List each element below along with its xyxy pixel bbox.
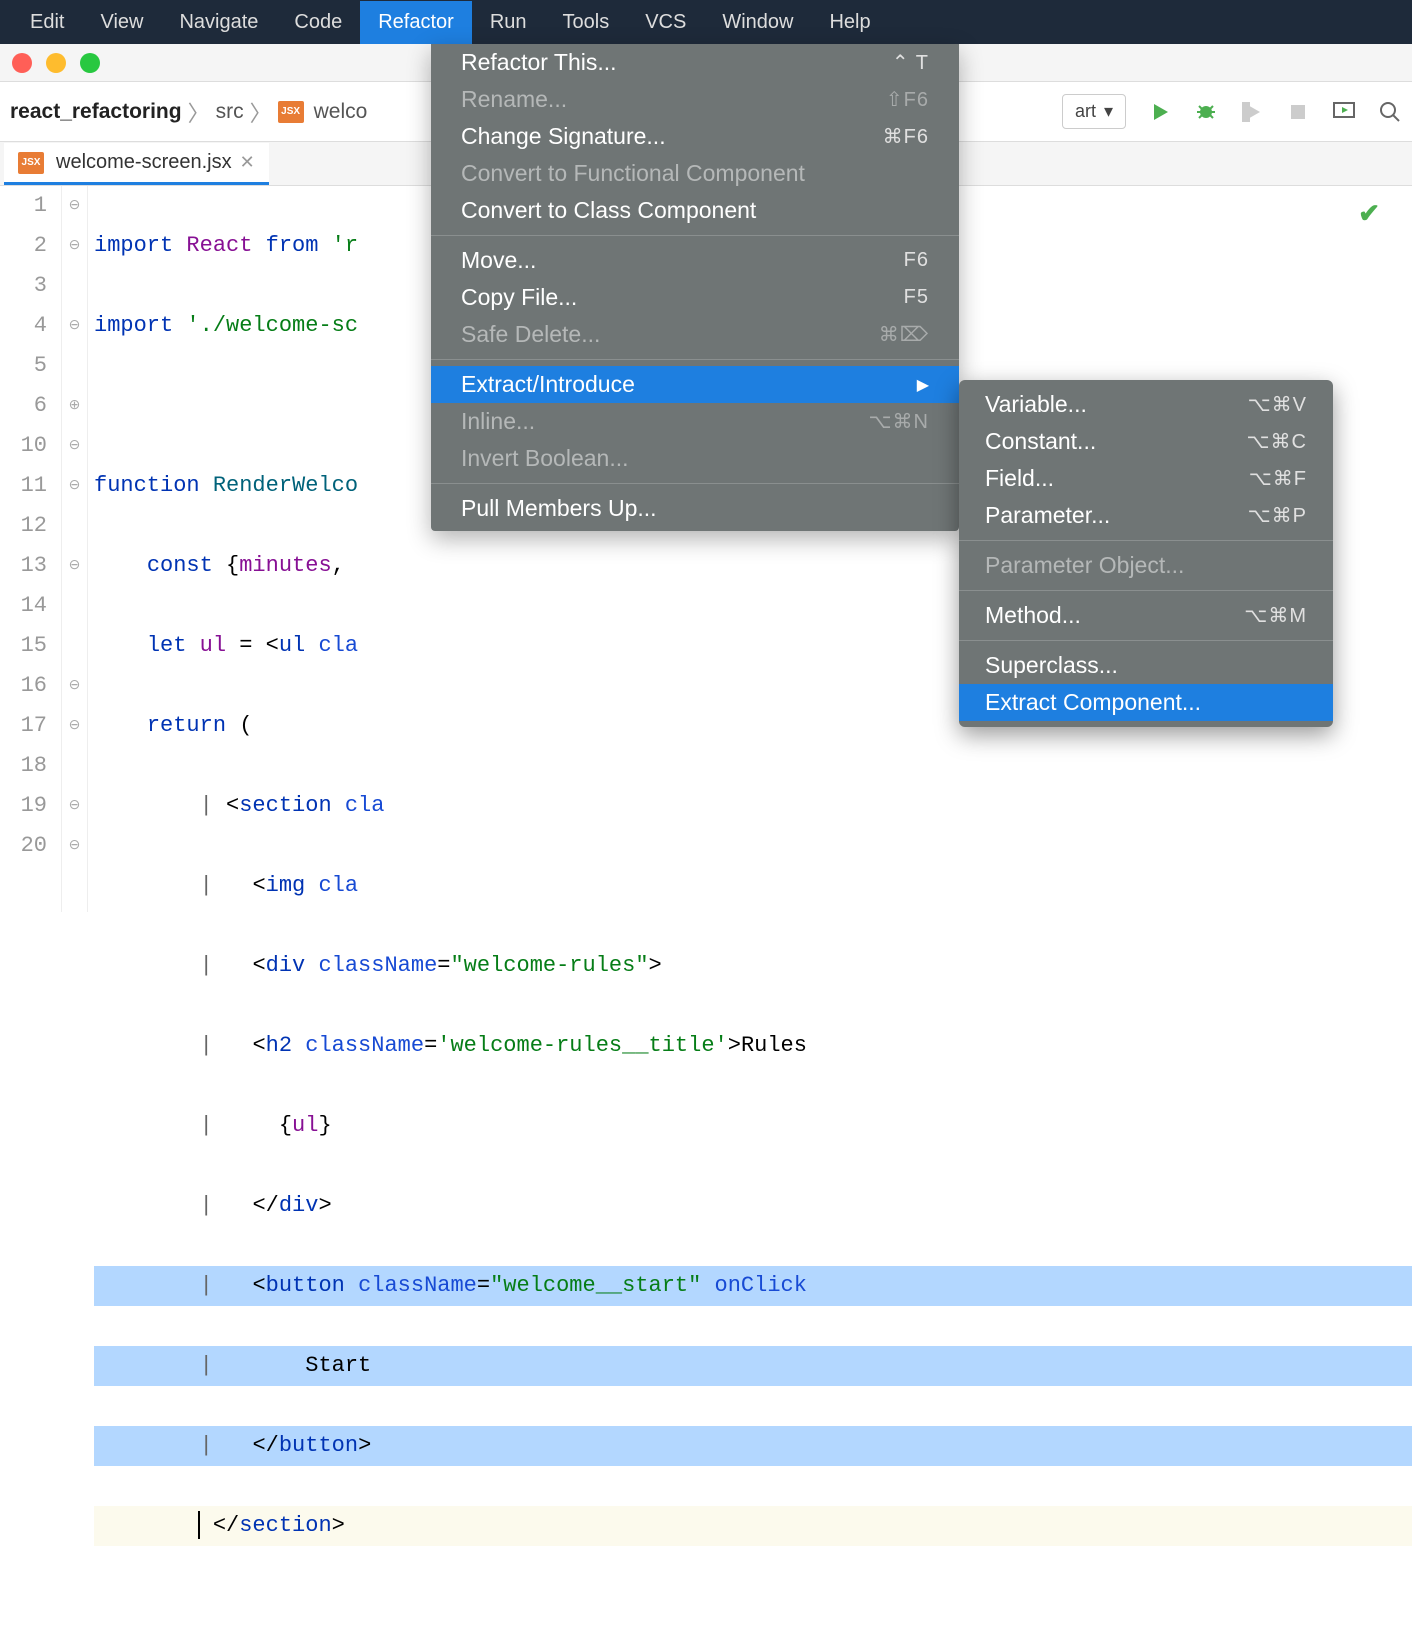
menu-run[interactable]: Run bbox=[472, 1, 545, 44]
menu-code[interactable]: Code bbox=[276, 1, 360, 44]
menu-refactor-this[interactable]: Refactor This...⌃ T bbox=[431, 44, 959, 81]
menu-separator bbox=[959, 540, 1333, 541]
line-number: 1 bbox=[0, 186, 47, 226]
menu-separator bbox=[959, 640, 1333, 641]
chevron-right-icon: 〉 bbox=[250, 96, 272, 128]
line-number: 20 bbox=[0, 826, 47, 866]
submenu-field[interactable]: Field...⌥⌘F bbox=[959, 460, 1333, 497]
menu-copy-file[interactable]: Copy File...F5 bbox=[431, 279, 959, 316]
line-number: 13 bbox=[0, 546, 47, 586]
line-number: 11 bbox=[0, 466, 47, 506]
fold-icon[interactable]: ⊖ bbox=[62, 306, 87, 346]
menu-convert-class[interactable]: Convert to Class Component bbox=[431, 192, 959, 229]
menu-vcs[interactable]: VCS bbox=[627, 1, 704, 44]
fold-icon[interactable]: ⊖ bbox=[62, 826, 87, 866]
submenu-constant[interactable]: Constant...⌥⌘C bbox=[959, 423, 1333, 460]
run-config-label: art bbox=[1075, 101, 1096, 122]
line-number: 2 bbox=[0, 226, 47, 266]
menu-change-signature[interactable]: Change Signature...⌘F6 bbox=[431, 118, 959, 155]
menu-convert-functional[interactable]: Convert to Functional Component bbox=[431, 155, 959, 192]
menu-separator bbox=[959, 590, 1333, 591]
search-button[interactable] bbox=[1378, 100, 1402, 124]
debug-button[interactable] bbox=[1194, 100, 1218, 124]
menu-extract-introduce[interactable]: Extract/Introduce▶ bbox=[431, 366, 959, 403]
submenu-extract-component[interactable]: Extract Component... bbox=[959, 684, 1333, 721]
minimize-window-icon[interactable] bbox=[46, 53, 66, 73]
submenu-parameter-object[interactable]: Parameter Object... bbox=[959, 547, 1333, 584]
submenu-variable[interactable]: Variable...⌥⌘V bbox=[959, 386, 1333, 423]
jsx-file-icon: JSX bbox=[18, 152, 44, 174]
fold-icon[interactable]: ⊖ bbox=[62, 186, 87, 226]
menu-move[interactable]: Move...F6 bbox=[431, 242, 959, 279]
breadcrumb-folder[interactable]: src bbox=[216, 100, 244, 124]
inspection-ok-icon[interactable]: ✔ bbox=[1358, 198, 1380, 229]
file-tab-active[interactable]: JSX welcome-screen.jsx ✕ bbox=[4, 143, 269, 185]
run-button[interactable] bbox=[1148, 100, 1172, 124]
profiler-button[interactable] bbox=[1332, 100, 1356, 124]
menu-navigate[interactable]: Navigate bbox=[161, 1, 276, 44]
submenu-arrow-icon: ▶ bbox=[917, 375, 929, 395]
line-number: 6 bbox=[0, 386, 47, 426]
fold-icon[interactable]: ⊖ bbox=[62, 546, 87, 586]
close-window-icon[interactable] bbox=[12, 53, 32, 73]
chevron-right-icon: 〉 bbox=[188, 96, 210, 128]
menu-inline[interactable]: Inline...⌥⌘N bbox=[431, 403, 959, 440]
submenu-superclass[interactable]: Superclass... bbox=[959, 647, 1333, 684]
line-number: 14 bbox=[0, 586, 47, 626]
menubar: Edit View Navigate Code Refactor Run Too… bbox=[0, 0, 1412, 44]
chevron-down-icon: ▾ bbox=[1104, 101, 1113, 122]
line-number: 10 bbox=[0, 426, 47, 466]
submenu-method[interactable]: Method...⌥⌘M bbox=[959, 597, 1333, 634]
line-number: 5 bbox=[0, 346, 47, 386]
maximize-window-icon[interactable] bbox=[80, 53, 100, 73]
menu-tools[interactable]: Tools bbox=[545, 1, 628, 44]
fold-icon[interactable]: ⊖ bbox=[62, 226, 87, 266]
fold-icon[interactable]: ⊖ bbox=[62, 426, 87, 466]
line-number: 18 bbox=[0, 746, 47, 786]
line-number: 3 bbox=[0, 266, 47, 306]
line-number: 19 bbox=[0, 786, 47, 826]
fold-icon[interactable]: ⊖ bbox=[62, 706, 87, 746]
menu-edit[interactable]: Edit bbox=[12, 1, 82, 44]
line-number: 17 bbox=[0, 706, 47, 746]
jsx-file-icon: JSX bbox=[278, 101, 304, 123]
line-number: 15 bbox=[0, 626, 47, 666]
refactor-menu: Refactor This...⌃ T Rename...⇧F6 Change … bbox=[431, 44, 959, 531]
submenu-parameter[interactable]: Parameter...⌥⌘P bbox=[959, 497, 1333, 534]
fold-icon[interactable]: ⊖ bbox=[62, 786, 87, 826]
menu-window[interactable]: Window bbox=[704, 1, 811, 44]
file-tab-label: welcome-screen.jsx bbox=[56, 151, 232, 174]
breadcrumb-project[interactable]: react_refactoring bbox=[10, 100, 182, 124]
menu-separator bbox=[431, 359, 959, 360]
menu-separator bbox=[431, 235, 959, 236]
menu-rename[interactable]: Rename...⇧F6 bbox=[431, 81, 959, 118]
menu-help[interactable]: Help bbox=[811, 1, 888, 44]
fold-icon[interactable]: ⊕ bbox=[62, 386, 87, 426]
line-number: 16 bbox=[0, 666, 47, 706]
menu-safe-delete[interactable]: Safe Delete...⌘⌦ bbox=[431, 316, 959, 353]
close-tab-icon[interactable]: ✕ bbox=[240, 152, 255, 173]
extract-submenu: Variable...⌥⌘V Constant...⌥⌘C Field...⌥⌘… bbox=[959, 380, 1333, 727]
run-config-dropdown[interactable]: art ▾ bbox=[1062, 94, 1126, 129]
breadcrumb-file[interactable]: welco bbox=[314, 100, 368, 124]
menu-invert-boolean[interactable]: Invert Boolean... bbox=[431, 440, 959, 477]
stop-button[interactable] bbox=[1286, 100, 1310, 124]
menu-refactor[interactable]: Refactor bbox=[360, 1, 472, 44]
line-number: 12 bbox=[0, 506, 47, 546]
breadcrumb: react_refactoring 〉 src 〉 JSX welco bbox=[10, 96, 367, 128]
fold-icon[interactable]: ⊖ bbox=[62, 666, 87, 706]
fold-icon[interactable]: ⊖ bbox=[62, 466, 87, 506]
coverage-button[interactable] bbox=[1240, 100, 1264, 124]
line-number: 4 bbox=[0, 306, 47, 346]
fold-gutter: ⊖ ⊖ ⊖ ⊕ ⊖ ⊖ ⊖ ⊖ ⊖ ⊖ ⊖ bbox=[62, 186, 88, 912]
menu-view[interactable]: View bbox=[82, 1, 161, 44]
menu-separator bbox=[431, 483, 959, 484]
line-gutter: 1 2 3 4 5 6 10 11 12 13 14 15 16 17 18 1… bbox=[0, 186, 62, 912]
menu-pull-members-up[interactable]: Pull Members Up... bbox=[431, 490, 959, 527]
